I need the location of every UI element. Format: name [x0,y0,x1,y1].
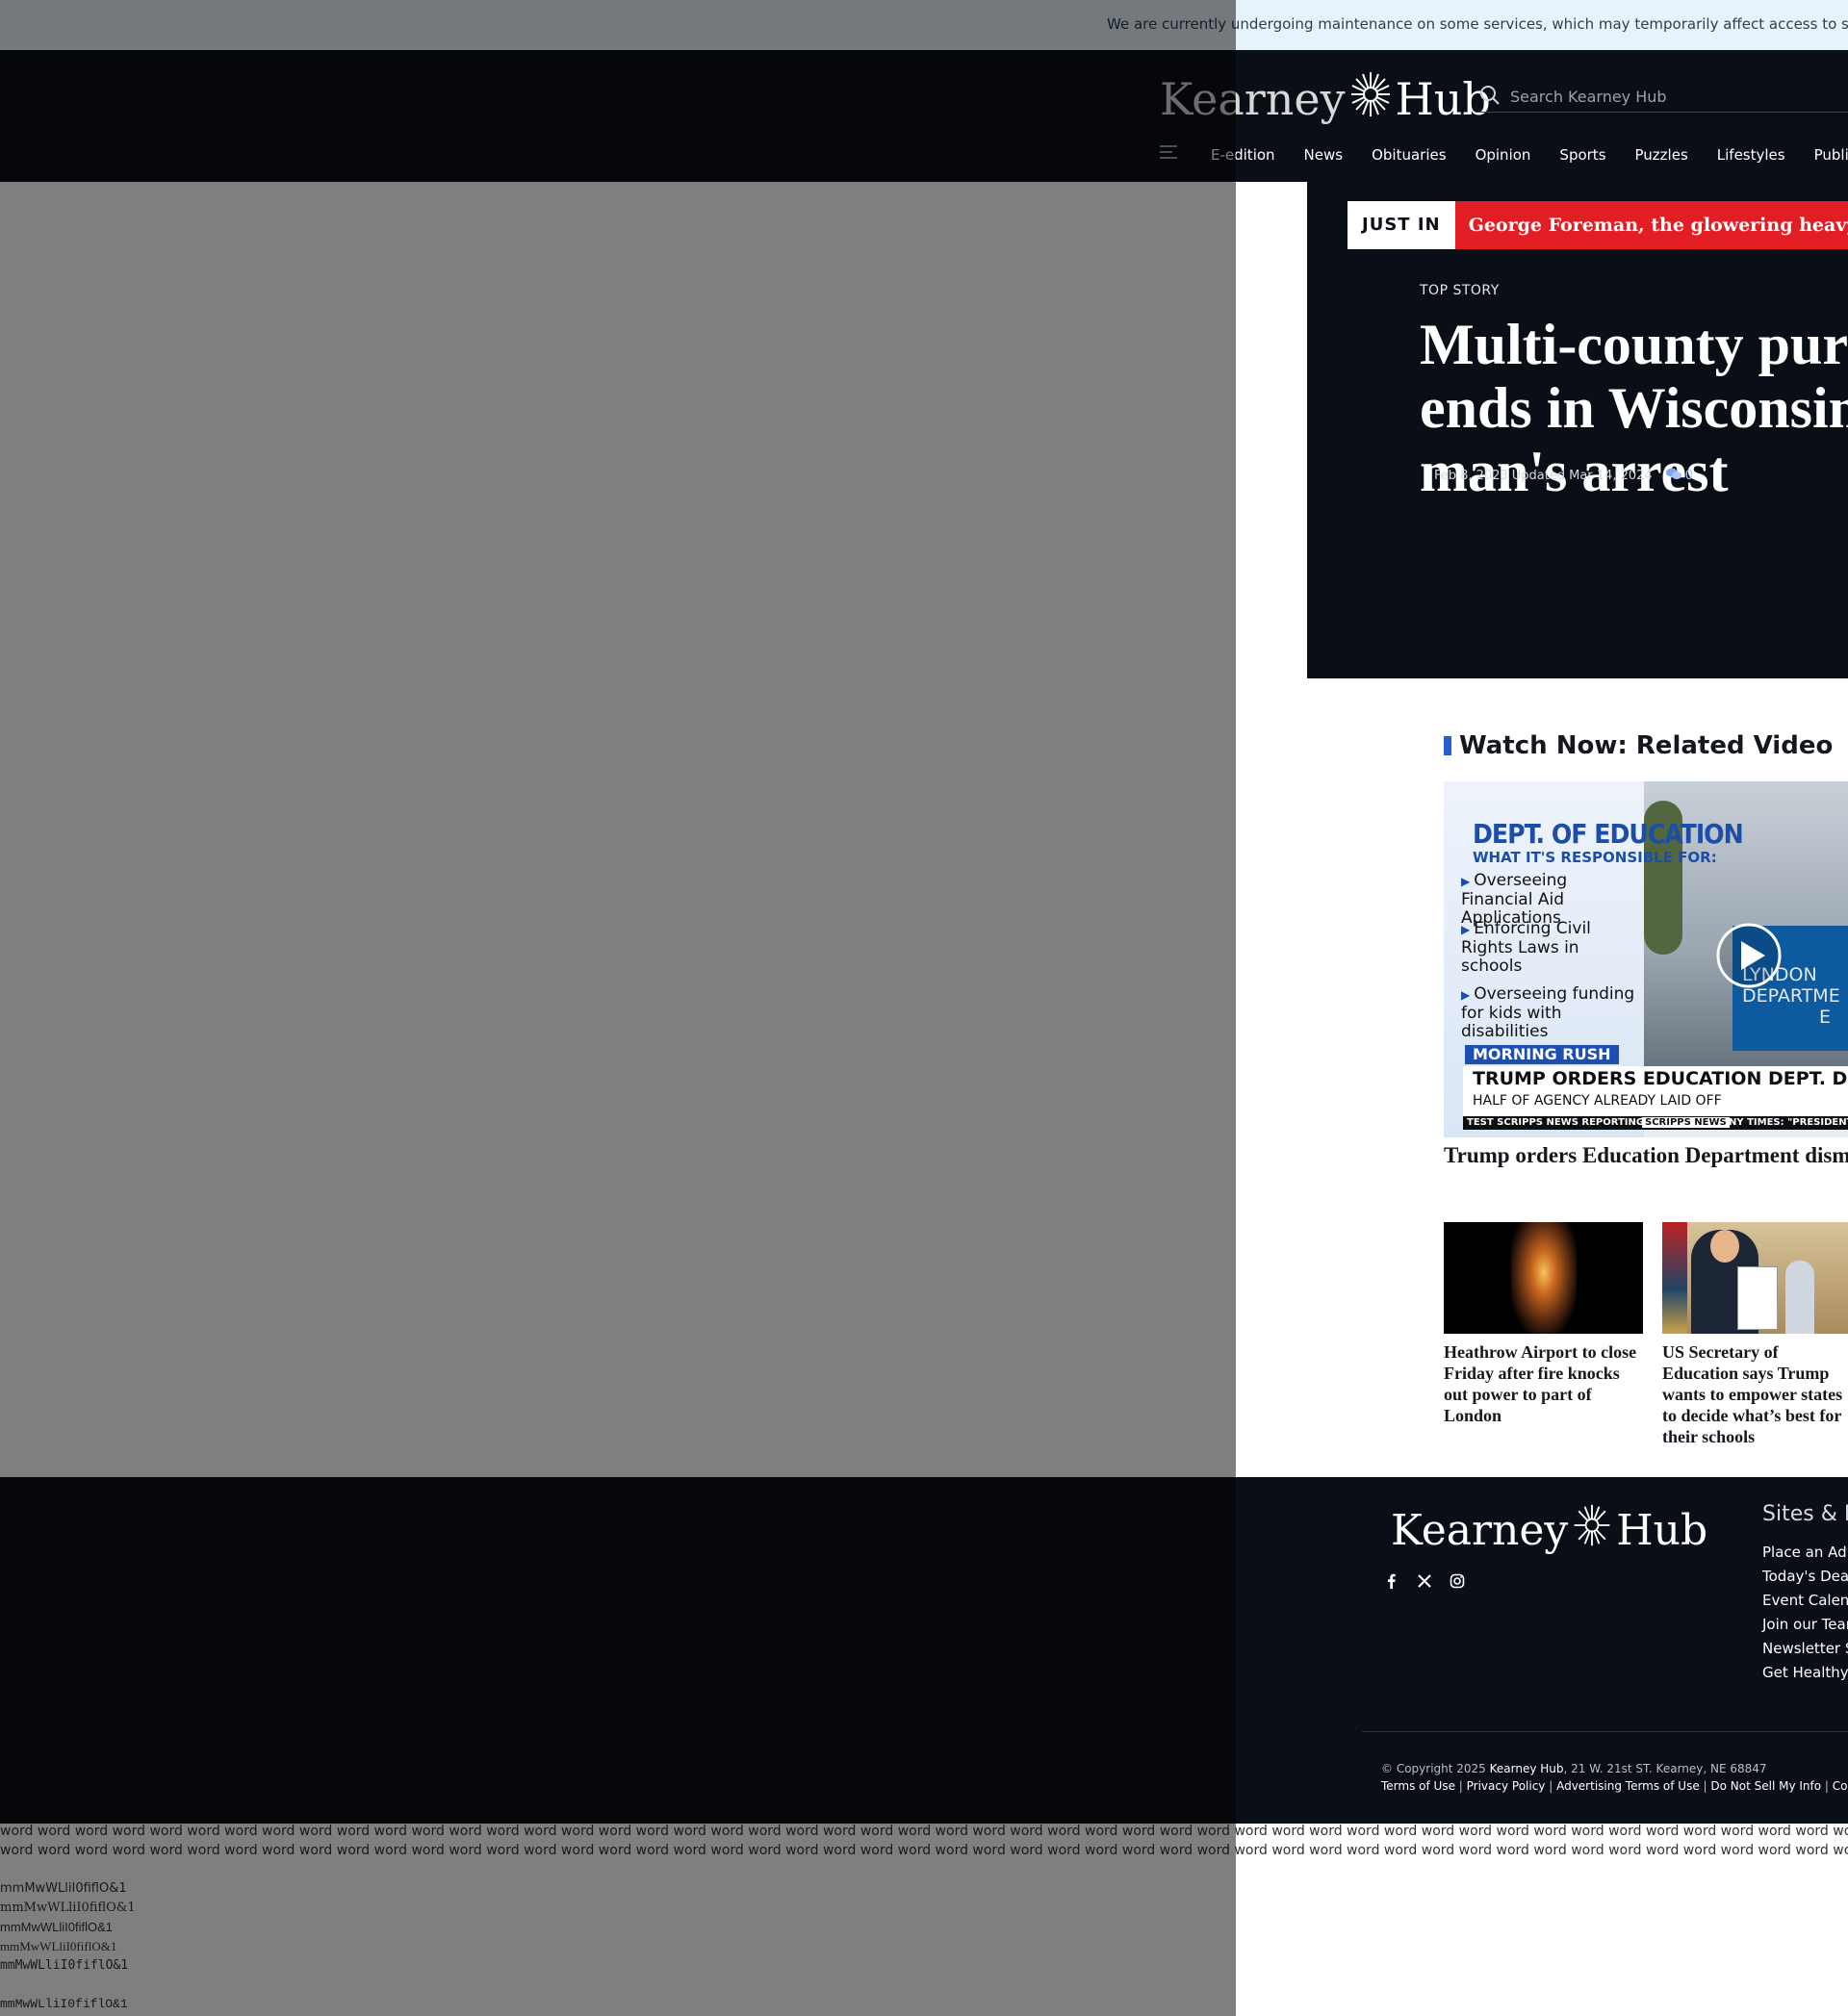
play-icon[interactable] [1715,922,1783,989]
modal-backdrop[interactable] [0,0,1236,2016]
updated-date: Mar 14, 2024 [1569,469,1653,483]
watch-now-heading: Watch Now: Related Video [1444,731,1833,760]
video-bullet: ▶ Overseeing funding for kids with disabi… [1461,984,1635,1041]
nav-item-obituaries[interactable]: Obituaries [1372,146,1446,164]
sunburst-logo-icon [1349,70,1392,129]
video-bullet: ▶ Enforcing Civil Rights Laws in schools [1461,919,1591,976]
sites-list: Place an Ad Today's Deals Event Calendar… [1762,1541,1848,1685]
comments-icon [1665,468,1681,484]
just-in-bar[interactable]: JUST IN George Foreman, the glowering he… [1348,201,1848,249]
publish-date: Feb 8, 2023 [1434,469,1508,483]
comments-link[interactable]: 0 [1665,468,1693,484]
card-title[interactable]: US Secretary of Education says Trump wan… [1662,1341,1848,1447]
nav-item-puzzles[interactable]: Puzzles [1635,146,1688,164]
search-input[interactable] [1508,83,1848,110]
privacy-link[interactable]: Privacy Policy [1467,1779,1546,1793]
card-image-education[interactable] [1662,1222,1848,1334]
social-links [1384,1573,1482,1589]
heading-accent-bar [1444,736,1451,755]
comment-count: 0 [1684,469,1693,483]
cookie-link[interactable]: Cookie Preferences [1833,1779,1848,1793]
search-icon[interactable] [1479,85,1501,110]
nav-item-opinion[interactable]: Opinion [1476,146,1531,164]
ad-terms-link[interactable]: Advertising Terms of Use [1556,1779,1700,1793]
nav-item-news[interactable]: News [1304,146,1344,164]
nav-item-public-notices[interactable]: Public Notices [1814,146,1848,164]
search-box[interactable] [1477,81,1848,113]
just-in-tag: JUST IN [1348,201,1455,249]
site-link[interactable]: Get Healthy [1762,1661,1848,1685]
watch-now-title: Watch Now: Related Video [1459,731,1834,760]
instagram-icon[interactable] [1450,1573,1465,1589]
video-lower-third: TRUMP ORDERS EDUCATION DEPT. DISMANTLED … [1463,1066,1848,1116]
main-nav: E-edition News Obituaries Opinion Sports… [1211,146,1848,164]
logo-text-left: Kearney [1391,1505,1569,1555]
story-kicker: TOP STORY [1420,283,1500,298]
copyright-brand[interactable]: Kearney Hub [1490,1762,1564,1775]
site-link[interactable]: Newsletter Signup [1762,1637,1848,1661]
video-news-ticker: TEST SCRIPPS NEWS REPORTING SCRIPPS NEWS… [1463,1116,1848,1130]
legal-links: Terms of Use | Privacy Policy | Advertis… [1381,1779,1848,1793]
x-icon[interactable] [1417,1573,1432,1589]
site-link[interactable]: Join our Team [1762,1613,1848,1637]
site-link[interactable]: Place an Ad [1762,1541,1848,1565]
video-show-badge: MORNING RUSH [1465,1045,1619,1064]
video-graphic-subtitle: WHAT IT'S RESPONSIBLE FOR: [1473,849,1717,866]
site-link[interactable]: Event Calendar [1762,1589,1848,1613]
site-link[interactable]: Today's Deals [1762,1565,1848,1589]
nav-item-lifestyles[interactable]: Lifestyles [1717,146,1785,164]
story-meta: Feb 8, 2023 Updated Mar 14, 2024 0 [1434,468,1693,484]
sunburst-logo-icon [1572,1503,1612,1558]
logo-text-right: Hub [1395,73,1491,125]
card-image-heathrow[interactable] [1444,1222,1643,1334]
sites-heading: Sites & Partners [1762,1502,1848,1526]
do-not-sell-link[interactable]: Do Not Sell My Info [1710,1779,1821,1793]
nav-item-sports[interactable]: Sports [1559,146,1605,164]
terms-link[interactable]: Terms of Use [1381,1779,1455,1793]
footer-logo[interactable]: Kearney Hub [1391,1504,1708,1555]
video-graphic-title: DEPT. OF EDUCATION [1473,818,1744,850]
logo-text-right: Hub [1616,1505,1708,1555]
facebook-icon[interactable] [1384,1573,1399,1589]
copyright: © Copyright 2025 Kearney Hub, 21 W. 21st… [1381,1762,1767,1775]
card-title[interactable]: Heathrow Airport to close Friday after f… [1444,1341,1646,1426]
footer-divider [1362,1731,1848,1732]
video-caption[interactable]: Trump orders Education Department disman… [1444,1143,1848,1168]
video-player[interactable]: LYNDON DEPARTME E DEPT. OF EDUCATION WHA… [1444,781,1848,1137]
just-in-ticker[interactable]: George Foreman, the glowering heavyweigh… [1454,201,1848,249]
updated-label: Updated [1511,469,1566,483]
